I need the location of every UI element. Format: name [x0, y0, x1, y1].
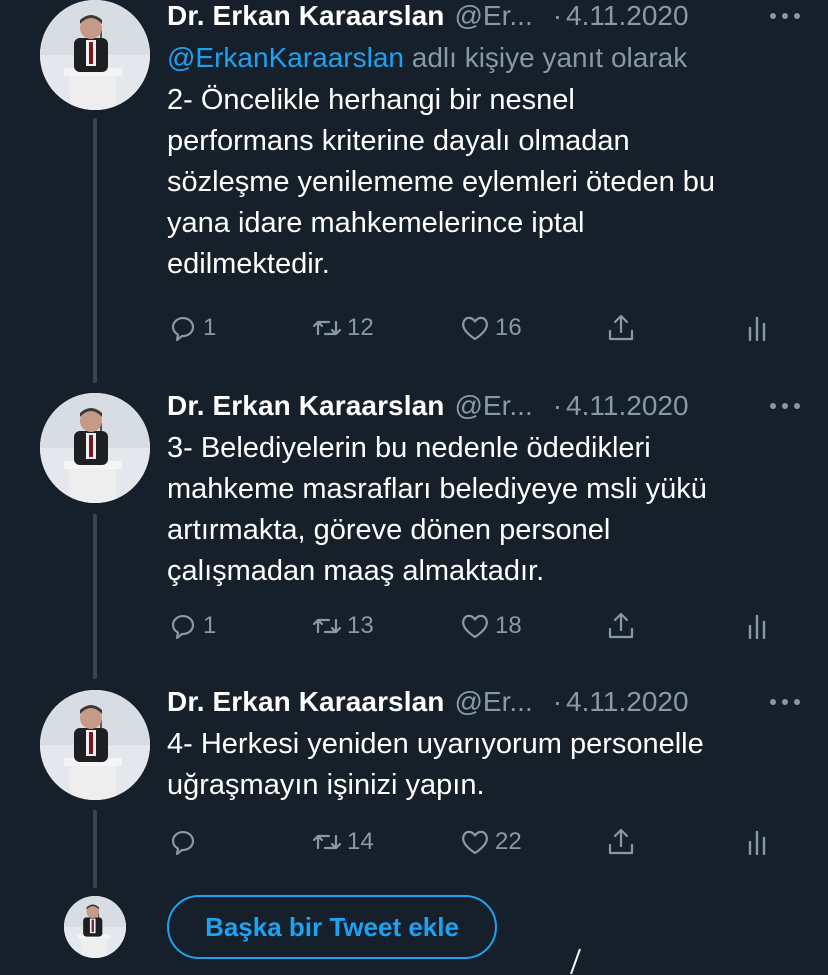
retweet-icon — [312, 834, 342, 850]
share-button[interactable] — [605, 610, 637, 642]
reply-button[interactable]: 1 — [167, 312, 216, 344]
reply-button[interactable]: 1 — [167, 610, 216, 642]
share-icon — [608, 612, 634, 639]
author-handle[interactable]: @Er... — [455, 686, 533, 718]
reply-mention-link[interactable]: @ErkanKaraarslan — [167, 42, 404, 73]
author-handle[interactable]: @Er... — [455, 390, 533, 422]
like-button[interactable]: 18 — [459, 610, 522, 642]
separator: · — [552, 0, 563, 31]
tweet-date[interactable]: 4.11.2020 — [566, 390, 689, 422]
analytics-icon — [748, 614, 766, 640]
share-button[interactable] — [605, 312, 637, 344]
tweet-header: Dr. Erkan Karaarslan @Er... · 4.11.2020 — [167, 686, 807, 720]
tweet[interactable]: Dr. Erkan Karaarslan @Er... · 4.11.2020 … — [167, 390, 807, 640]
heart-icon — [462, 316, 488, 341]
avatar-photo — [64, 896, 126, 958]
analytics-button[interactable] — [741, 312, 773, 344]
tweet[interactable]: Dr. Erkan Karaarslan @Er... · 4.11.2020 … — [167, 0, 807, 342]
retweet-button[interactable]: 14 — [311, 826, 374, 858]
retweet-button[interactable]: 12 — [311, 312, 374, 344]
tweet-actions: 14 22 — [167, 826, 807, 862]
author-handle[interactable]: @Er... — [455, 0, 533, 32]
share-button[interactable] — [605, 826, 637, 858]
avatar[interactable] — [40, 690, 150, 800]
tweet-date[interactable]: 4.11.2020 — [566, 686, 689, 718]
author-name[interactable]: Dr. Erkan Karaarslan — [167, 686, 445, 718]
avatar[interactable] — [40, 393, 150, 503]
add-another-tweet-button[interactable]: Başka bir Tweet ekle — [167, 895, 497, 959]
reply-button[interactable] — [167, 826, 203, 858]
tweet-text: 4- Herkesi yeniden uyarıyorum personelle… — [167, 728, 704, 801]
avatar-photo — [40, 393, 150, 503]
share-icon — [608, 828, 634, 855]
tweet[interactable]: Dr. Erkan Karaarslan @Er... · 4.11.2020 … — [167, 686, 807, 856]
thread-connector — [93, 810, 97, 888]
tweet-header: Dr. Erkan Karaarslan @Er... · 4.11.2020 — [167, 390, 807, 424]
more-horizontal-icon[interactable] — [763, 686, 807, 718]
heart-icon — [462, 830, 488, 855]
reply-icon — [171, 614, 195, 640]
tweet-header: Dr. Erkan Karaarslan @Er... · 4.11.2020 — [167, 0, 807, 34]
separator: · — [552, 686, 563, 717]
avatar-photo — [40, 690, 150, 800]
avatar[interactable] — [40, 0, 150, 110]
more-horizontal-icon[interactable] — [763, 0, 807, 32]
retweet-count: 12 — [347, 314, 374, 341]
like-button[interactable]: 22 — [459, 826, 522, 858]
cursor-mark — [570, 948, 581, 975]
like-count: 18 — [495, 612, 522, 639]
tweet-text: 2- Öncelikle herhangi bir nesnel perform… — [167, 84, 716, 280]
like-count: 22 — [495, 828, 522, 855]
like-button[interactable]: 16 — [459, 312, 522, 344]
thread-connector — [93, 118, 97, 383]
like-count: 16 — [495, 314, 522, 341]
author-name[interactable]: Dr. Erkan Karaarslan — [167, 390, 445, 422]
tweet-actions: 1 12 16 — [167, 312, 807, 348]
analytics-icon — [748, 316, 766, 342]
share-icon — [608, 314, 634, 341]
separator: · — [552, 390, 563, 421]
reply-count: 1 — [203, 612, 217, 639]
more-horizontal-icon[interactable] — [763, 390, 807, 422]
tweet-thread: Dr. Erkan Karaarslan @Er... · 4.11.2020 … — [0, 0, 828, 975]
analytics-icon — [748, 830, 766, 856]
reply-count: 1 — [203, 314, 217, 341]
composer-avatar[interactable] — [64, 896, 126, 958]
retweet-button[interactable]: 13 — [311, 610, 374, 642]
retweet-icon — [312, 618, 342, 634]
tweet-date[interactable]: 4.11.2020 — [566, 0, 689, 32]
reply-icon — [171, 830, 195, 856]
retweet-count: 14 — [347, 828, 374, 855]
tweet-actions: 1 13 18 — [167, 610, 807, 646]
retweet-count: 13 — [347, 612, 374, 639]
thread-connector — [93, 514, 97, 679]
avatar-photo — [40, 0, 150, 110]
heart-icon — [462, 614, 488, 639]
analytics-button[interactable] — [741, 610, 773, 642]
tweet-text: 3- Belediyelerin bu nedenle ödedikleri m… — [167, 432, 707, 587]
reply-suffix: adlı kişiye yanıt olarak — [411, 42, 688, 73]
author-name[interactable]: Dr. Erkan Karaarslan — [167, 0, 445, 32]
reply-icon — [171, 316, 195, 342]
reply-context: @ErkanKaraarslan adlı kişiye yanıt olara… — [167, 42, 807, 74]
analytics-button[interactable] — [741, 826, 773, 858]
retweet-icon — [312, 320, 342, 336]
